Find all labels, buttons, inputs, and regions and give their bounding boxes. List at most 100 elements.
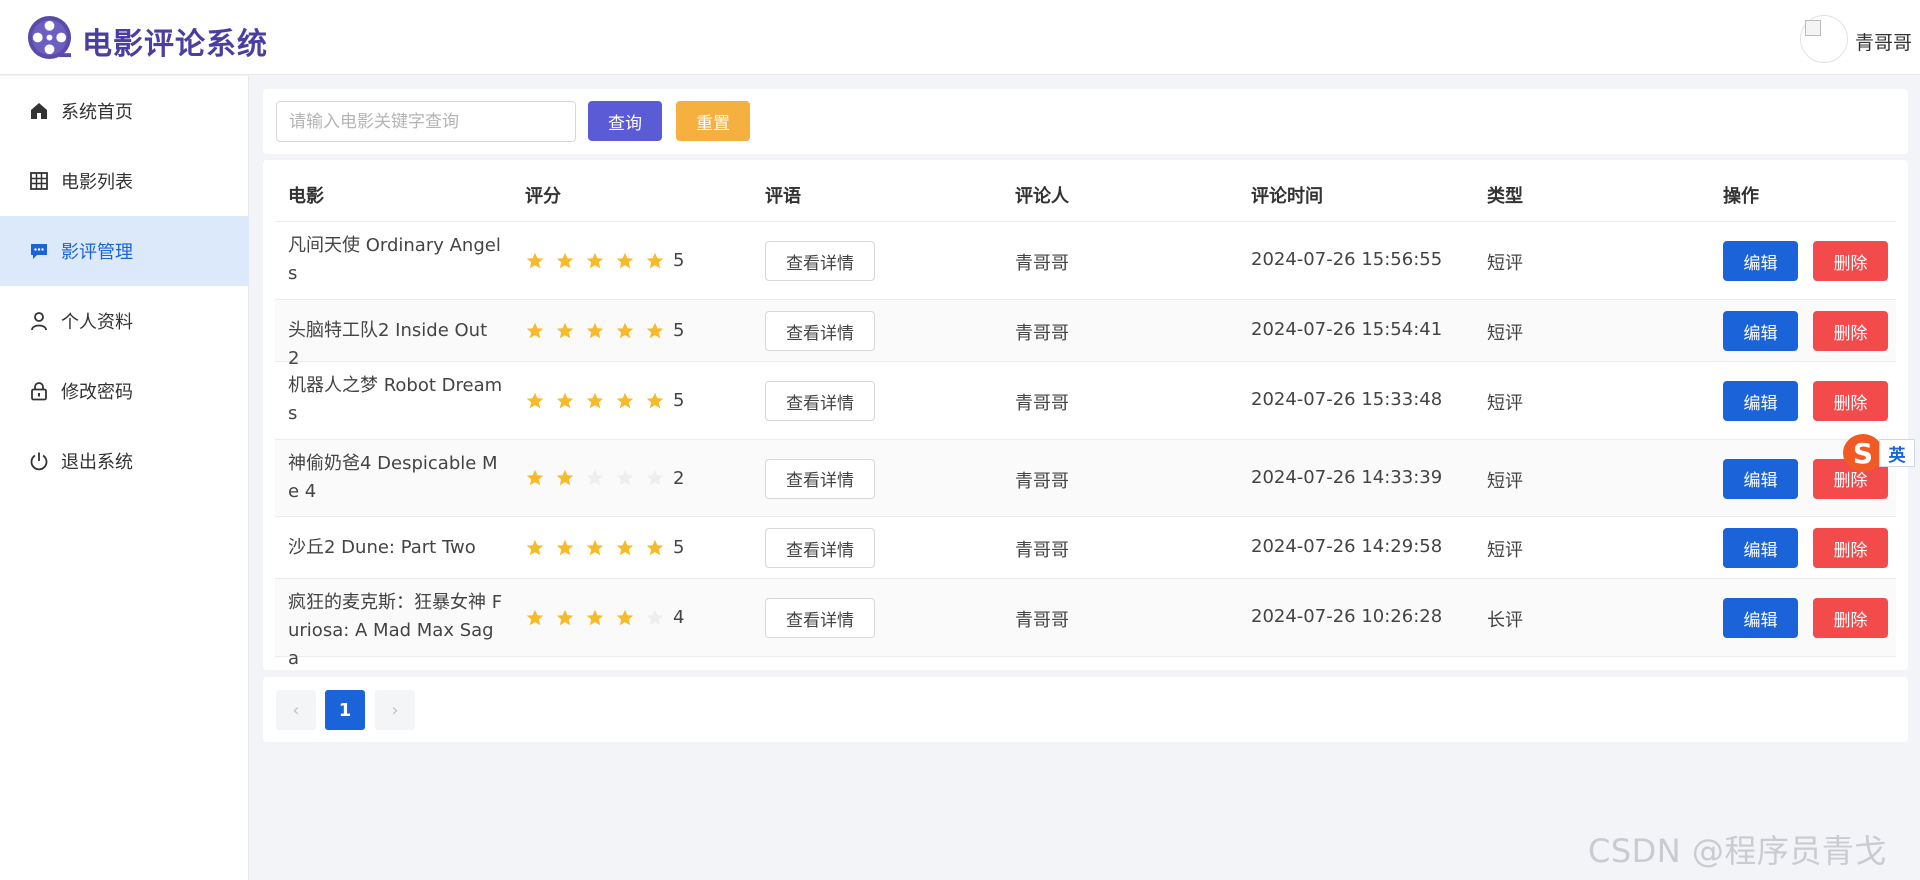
review-time: 2024-07-26 15:54:41 xyxy=(1251,319,1443,340)
star-filled-icon xyxy=(646,252,664,268)
delete-button[interactable]: 删除 xyxy=(1813,241,1888,281)
view-details-button[interactable]: 查看详情 xyxy=(765,598,875,638)
reset-button[interactable]: 重置 xyxy=(676,101,750,141)
star-rating: 2 xyxy=(525,468,684,489)
star-filled-icon xyxy=(586,392,604,408)
review-time: 2024-07-26 15:56:55 xyxy=(1251,249,1443,270)
page-number-current[interactable]: 1 xyxy=(325,690,365,730)
edit-button[interactable]: 编辑 xyxy=(1723,598,1798,638)
delete-button[interactable]: 删除 xyxy=(1813,381,1888,421)
view-details-button[interactable]: 查看详情 xyxy=(765,458,875,499)
power-icon xyxy=(30,452,48,471)
movie-title: 神偷奶爸4 Despicable Me 4 xyxy=(288,453,498,502)
edit-button[interactable]: 编辑 xyxy=(1723,381,1798,421)
star-filled-icon xyxy=(616,322,634,338)
reviewer-name: 青哥哥 xyxy=(1015,323,1069,344)
rating-score: 5 xyxy=(673,320,685,341)
star-filled-icon xyxy=(616,539,634,555)
column-header-reviewer: 评论人 xyxy=(1015,186,1069,207)
view-details-button[interactable]: 查看详情 xyxy=(765,241,875,281)
star-filled-icon xyxy=(526,252,544,268)
reviewer-name: 青哥哥 xyxy=(1015,610,1069,631)
star-rating: 4 xyxy=(525,607,684,628)
search-panel: 查询 重置 xyxy=(263,89,1908,154)
app-title: 电影评论系统 xyxy=(82,27,268,62)
star-filled-icon xyxy=(526,322,544,338)
watermark: CSDN @程序员青戈 xyxy=(1588,832,1887,870)
sidebar: 系统首页 电影列表 影评管理 个人资料 修改密码 退出系统 xyxy=(0,76,249,880)
table-row: 沙丘2 Dune: Part Two 5 查看详情 青哥哥 2024-07-26 14:… xyxy=(275,517,1896,579)
ime-status-badge[interactable]: S 英 xyxy=(1843,434,1915,472)
movie-search-input[interactable] xyxy=(276,101,576,142)
avatar[interactable] xyxy=(1800,15,1848,63)
star-rating: 5 xyxy=(525,320,684,341)
query-button[interactable]: 查询 xyxy=(588,101,662,141)
table-row: 凡间天使 Ordinary Angels 5 查看详情 青哥哥 2024-07-26 1… xyxy=(275,222,1896,300)
rating-score: 5 xyxy=(673,537,685,558)
next-page-button[interactable]: › xyxy=(375,690,415,730)
delete-button[interactable]: 删除 xyxy=(1813,528,1888,568)
column-header-actions: 操作 xyxy=(1723,186,1759,207)
ime-mode-label[interactable]: 英 xyxy=(1879,439,1915,467)
sidebar-item-home[interactable]: 系统首页 xyxy=(0,76,249,146)
review-time: 2024-07-26 14:33:39 xyxy=(1251,466,1443,488)
star-rating: 5 xyxy=(525,390,684,411)
movie-title: 沙丘2 Dune: Part Two xyxy=(288,537,476,558)
view-details-button[interactable]: 查看详情 xyxy=(765,381,875,421)
user-icon xyxy=(31,312,47,331)
rating-score: 5 xyxy=(673,250,685,271)
delete-button[interactable]: 删除 xyxy=(1813,598,1888,638)
star-rating: 5 xyxy=(525,250,684,271)
delete-button[interactable]: 删除 xyxy=(1813,311,1888,351)
star-empty-icon xyxy=(586,469,604,486)
sidebar-item-profile[interactable]: 个人资料 xyxy=(0,286,249,356)
star-empty-icon xyxy=(646,469,664,486)
edit-button[interactable]: 编辑 xyxy=(1723,311,1798,351)
column-header-movie: 电影 xyxy=(288,186,324,207)
table-row: 神偷奶爸4 Despicable Me 4 2 查看详情 青哥哥 2024-07-26 … xyxy=(275,440,1896,517)
view-details-button[interactable]: 查看详情 xyxy=(765,311,875,351)
star-filled-icon xyxy=(646,392,664,408)
home-icon xyxy=(31,103,47,119)
table-row: 机器人之梦 Robot Dreams 5 查看详情 青哥哥 2024-07-26 15:… xyxy=(275,362,1896,440)
movie-title: 机器人之梦 Robot Dreams xyxy=(288,375,503,424)
pagination: ‹ 1 › xyxy=(263,677,1908,742)
movie-title: 疯狂的麦克斯：狂暴女神 Furiosa: A Mad Max Saga xyxy=(288,592,503,669)
review-time: 2024-07-26 14:29:58 xyxy=(1251,536,1443,557)
review-type: 短评 xyxy=(1487,393,1523,414)
edit-button[interactable]: 编辑 xyxy=(1723,528,1798,568)
star-filled-icon xyxy=(556,252,574,268)
star-rating: 5 xyxy=(525,537,684,558)
rating-score: 2 xyxy=(673,467,685,489)
edit-button[interactable]: 编辑 xyxy=(1723,241,1798,281)
star-filled-icon xyxy=(586,322,604,338)
sidebar-item-label: 修改密码 xyxy=(61,382,133,403)
reviewer-name: 青哥哥 xyxy=(1015,540,1069,561)
sidebar-item-movie-list[interactable]: 电影列表 xyxy=(0,146,249,216)
sidebar-item-logout[interactable]: 退出系统 xyxy=(0,426,249,496)
star-filled-icon xyxy=(586,539,604,555)
star-filled-icon xyxy=(556,539,574,555)
movie-title: 凡间天使 Ordinary Angels xyxy=(288,235,501,284)
username[interactable]: 青哥哥 xyxy=(1855,28,1912,55)
review-type: 长评 xyxy=(1487,610,1523,631)
review-time: 2024-07-26 10:26:28 xyxy=(1251,606,1443,627)
view-details-button[interactable]: 查看详情 xyxy=(765,528,875,568)
table-row: 疯狂的麦克斯：狂暴女神 Furiosa: A Mad Max Saga 4 查看详情… xyxy=(275,579,1896,669)
star-filled-icon xyxy=(616,609,634,625)
sidebar-item-label: 电影列表 xyxy=(61,172,133,193)
column-header-time: 评论时间 xyxy=(1251,186,1323,207)
column-header-type: 类型 xyxy=(1487,186,1523,207)
star-filled-icon xyxy=(556,469,574,486)
sidebar-item-label: 个人资料 xyxy=(61,312,133,333)
star-filled-icon xyxy=(526,469,544,486)
table-header: 电影 评分 评语 评论人 评论时间 类型 操作 xyxy=(275,160,1896,222)
sidebar-item-change-password[interactable]: 修改密码 xyxy=(0,356,249,426)
edit-button[interactable]: 编辑 xyxy=(1723,458,1798,499)
reviewer-name: 青哥哥 xyxy=(1015,470,1069,492)
ime-logo-icon: S xyxy=(1843,434,1883,472)
top-header: 电影评论系统 青哥哥 xyxy=(0,0,1920,75)
sidebar-item-review-management[interactable]: 影评管理 xyxy=(0,216,249,286)
prev-page-button[interactable]: ‹ xyxy=(276,690,316,730)
star-filled-icon xyxy=(526,392,544,408)
